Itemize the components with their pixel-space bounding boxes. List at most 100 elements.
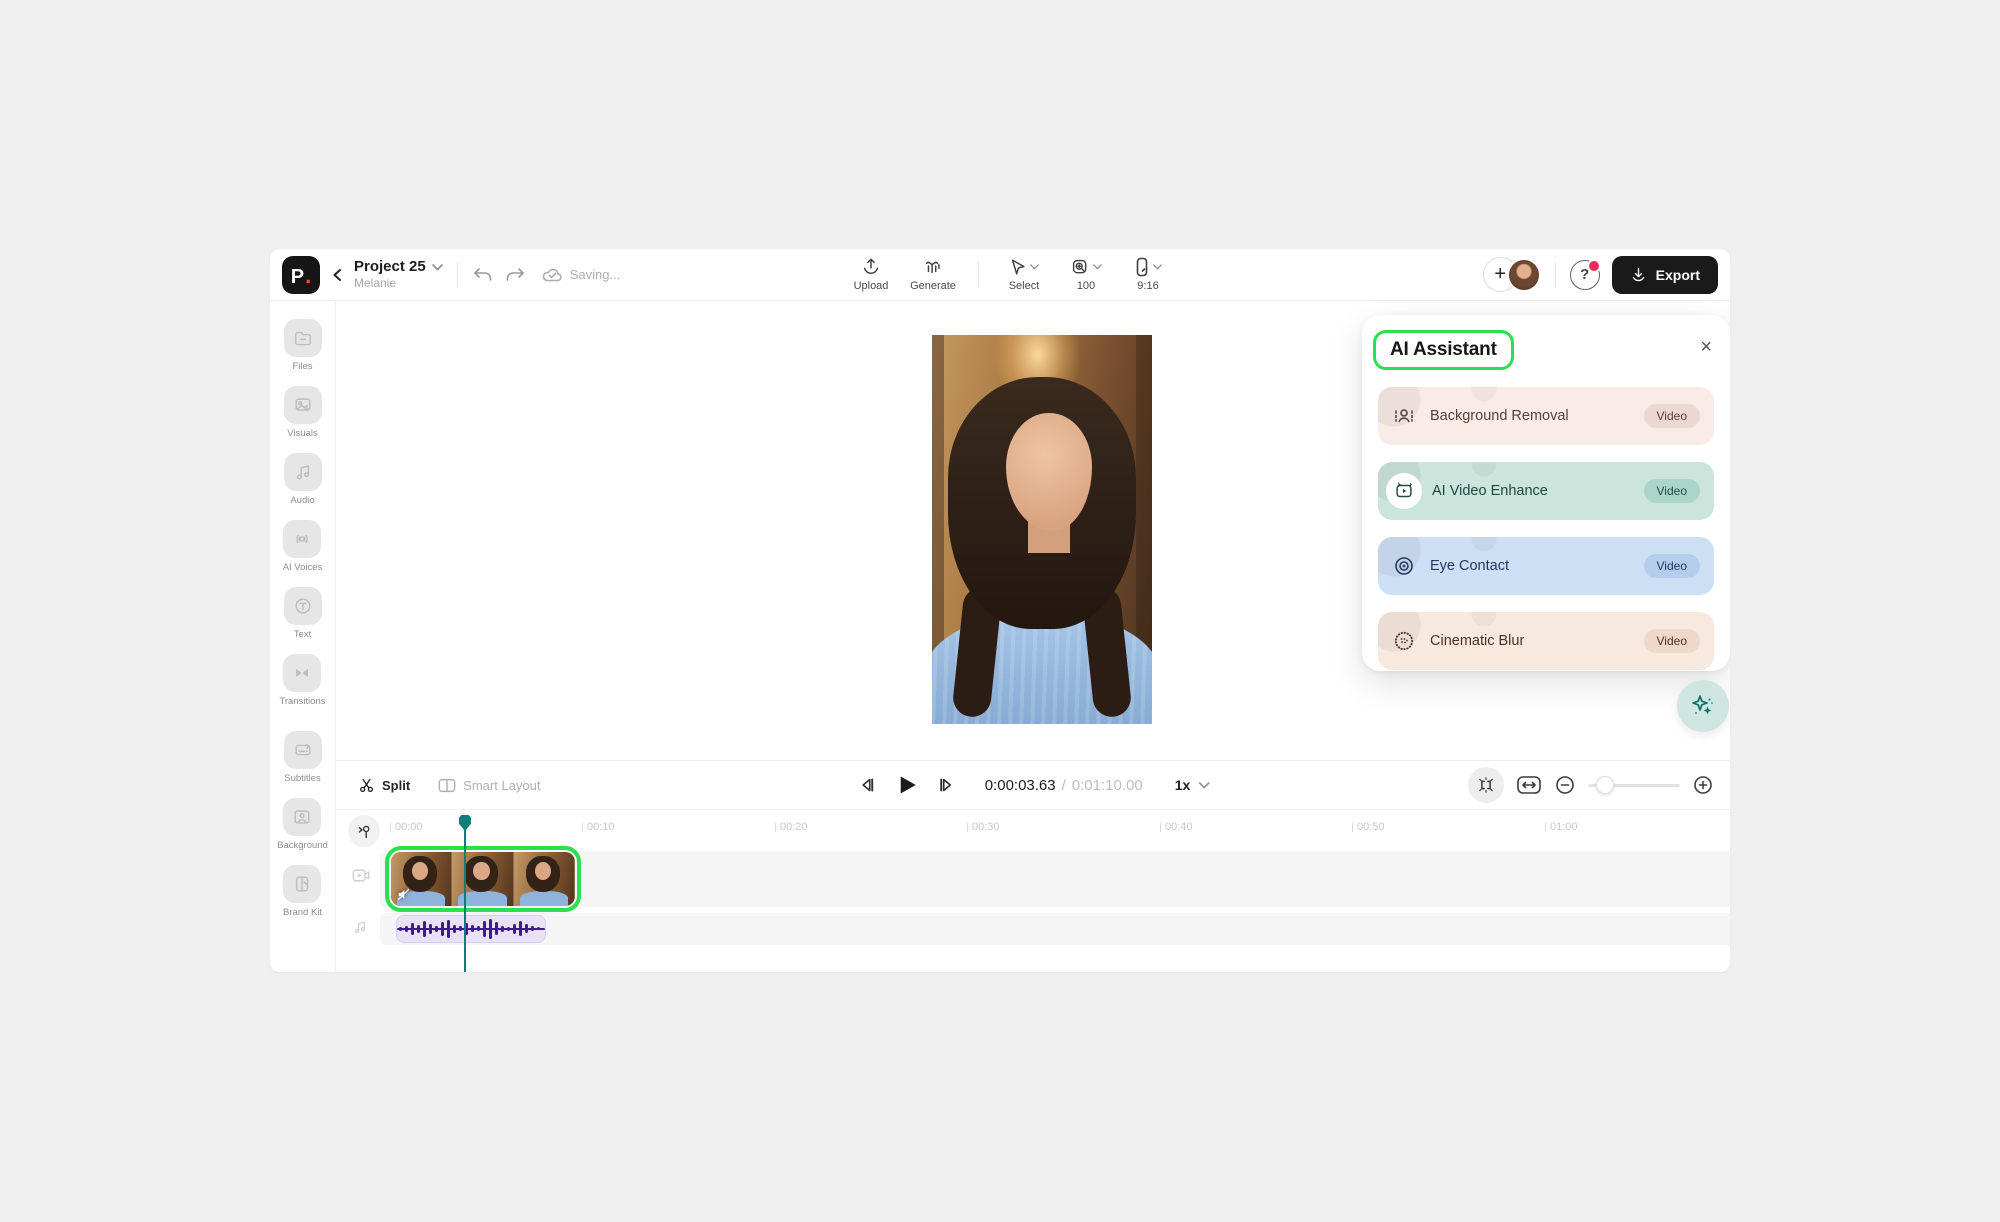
zoom-level-button[interactable]: 100 bbox=[1055, 257, 1117, 292]
video-track-icon bbox=[352, 868, 370, 883]
card-label: Eye Contact bbox=[1430, 558, 1509, 574]
fit-timeline-button[interactable] bbox=[1516, 774, 1542, 796]
sidebar-item-background[interactable]: Background bbox=[277, 798, 328, 851]
user-avatar[interactable] bbox=[1506, 257, 1541, 292]
export-button[interactable]: Export bbox=[1611, 255, 1718, 294]
select-tool-button[interactable]: Select bbox=[993, 257, 1055, 292]
generate-label: Generate bbox=[910, 280, 956, 292]
card-label: AI Video Enhance bbox=[1432, 483, 1548, 499]
ruler-tick: 00:50 bbox=[1352, 821, 1385, 833]
magnetic-timeline-button[interactable] bbox=[1468, 767, 1504, 803]
app-logo[interactable]: P. bbox=[282, 255, 320, 294]
logo-dot: . bbox=[305, 262, 312, 288]
divider bbox=[978, 261, 979, 288]
muted-audio-icon bbox=[397, 888, 410, 901]
magnetic-timeline-icon bbox=[1479, 777, 1493, 793]
sidebar-item-transitions[interactable]: Transitions bbox=[279, 654, 326, 707]
notification-dot bbox=[1586, 258, 1601, 273]
video-preview[interactable] bbox=[932, 335, 1152, 724]
split-button[interactable]: Split bbox=[358, 777, 410, 794]
divider bbox=[456, 261, 458, 288]
ruler-tick: 01:00 bbox=[1545, 821, 1578, 833]
close-button[interactable]: × bbox=[1700, 337, 1712, 357]
previous-frame-icon bbox=[862, 778, 874, 792]
chevron-down-icon bbox=[1030, 264, 1039, 270]
zoom-out-button[interactable] bbox=[1554, 774, 1576, 796]
play-button[interactable] bbox=[895, 773, 919, 797]
sidebar-label: Files bbox=[292, 361, 313, 372]
sidebar-label: Transitions bbox=[279, 696, 326, 707]
cinematic-blur-icon bbox=[1394, 631, 1414, 651]
back-button[interactable] bbox=[330, 267, 346, 283]
help-button[interactable]: ? bbox=[1569, 258, 1601, 290]
split-label: Split bbox=[382, 777, 411, 793]
timecode-display: 0:00:03.63 / 0:01:10.00 bbox=[985, 777, 1143, 794]
sidebar-item-visuals[interactable]: Visuals bbox=[283, 386, 322, 439]
edit-tools: Split Smart Layout bbox=[358, 761, 541, 809]
audio-track[interactable] bbox=[380, 913, 1730, 945]
card-cinematic-blur[interactable]: Cinematic Blur Video bbox=[1378, 612, 1714, 670]
undo-button[interactable] bbox=[472, 264, 494, 286]
clip-thumbnail bbox=[513, 852, 575, 906]
aspect-ratio-button[interactable]: 9:16 bbox=[1117, 257, 1179, 292]
ai-magic-button[interactable] bbox=[1677, 680, 1729, 732]
aspect-ratio-phone-icon bbox=[1136, 257, 1148, 277]
timeline-zoom-slider[interactable] bbox=[1588, 776, 1680, 794]
background-removal-icon bbox=[1395, 409, 1413, 423]
playback-speed-selector[interactable]: 1x bbox=[1175, 777, 1210, 793]
video-track[interactable] bbox=[380, 851, 1730, 907]
slider-knob[interactable] bbox=[1596, 776, 1614, 794]
sidebar-item-audio[interactable]: Audio bbox=[283, 453, 322, 506]
previous-frame-button[interactable] bbox=[857, 775, 877, 795]
project-title-group[interactable]: Project 25 Melanie bbox=[354, 258, 443, 290]
timeline-toggle-button[interactable] bbox=[348, 815, 380, 847]
subtitles-icon bbox=[294, 743, 311, 756]
next-frame-button[interactable] bbox=[937, 775, 957, 795]
generate-button[interactable]: Generate bbox=[902, 257, 964, 292]
sidebar-label: Visuals bbox=[287, 428, 318, 439]
smart-layout-button[interactable]: Smart Layout bbox=[438, 778, 541, 793]
download-icon bbox=[1632, 267, 1644, 282]
folder-icon bbox=[294, 331, 311, 346]
upload-label: Upload bbox=[853, 280, 889, 292]
zoom-in-button[interactable] bbox=[1692, 774, 1714, 796]
ruler-tick: 00:20 bbox=[775, 821, 808, 833]
redo-button[interactable] bbox=[504, 264, 526, 286]
card-background-removal[interactable]: Background Removal Video bbox=[1378, 387, 1714, 445]
panel-header: AI Assistant × bbox=[1362, 315, 1730, 387]
sidebar-item-brand-kit[interactable]: Brand Kit bbox=[283, 865, 322, 918]
sparkles-icon bbox=[1692, 695, 1713, 715]
magic-pointer-icon bbox=[358, 825, 369, 838]
sidebar-item-text[interactable]: Text bbox=[283, 587, 322, 640]
ruler-tick: 00:40 bbox=[1160, 821, 1193, 833]
card-ai-video-enhance[interactable]: AI Video Enhance Video bbox=[1378, 462, 1714, 520]
timeline-zoom-controls bbox=[1468, 761, 1714, 809]
timeline-ruler[interactable]: 00:00 00:10 00:20 00:30 00:40 00:50 01:0… bbox=[336, 813, 1730, 847]
voice-icon bbox=[296, 535, 309, 543]
panel-title-highlight: AI Assistant bbox=[1373, 330, 1514, 370]
video-clip-thumbnails bbox=[391, 852, 575, 906]
chevron-down-icon bbox=[431, 263, 443, 270]
music-note-icon bbox=[296, 465, 309, 480]
timeline-controls: Split Smart Layout 0:00:03.63 / 0:01:10.… bbox=[336, 761, 1730, 810]
sidebar-item-ai-voices[interactable]: AI Voices bbox=[282, 520, 323, 573]
card-badge: Video bbox=[1643, 554, 1700, 578]
sidebar-item-subtitles[interactable]: Subtitles bbox=[283, 731, 322, 784]
selected-video-clip[interactable] bbox=[385, 846, 581, 912]
sidebar-item-files[interactable]: Files bbox=[283, 319, 322, 372]
smart-layout-icon bbox=[438, 778, 456, 792]
sidebar-label: Subtitles bbox=[284, 773, 321, 784]
next-frame-icon bbox=[940, 778, 952, 792]
card-eye-contact[interactable]: Eye Contact Video bbox=[1378, 537, 1714, 595]
toolbar-right: + ? Export bbox=[1482, 249, 1718, 300]
sidebar-label: AI Voices bbox=[282, 562, 323, 573]
current-time: 0:00:03.63 bbox=[984, 776, 1056, 794]
eye-contact-icon bbox=[1395, 557, 1413, 575]
ai-video-enhance-icon bbox=[1396, 482, 1413, 498]
upload-button[interactable]: Upload bbox=[840, 257, 902, 292]
fit-to-width-icon bbox=[1517, 776, 1541, 794]
background-icon bbox=[294, 810, 311, 824]
minus-circle-icon bbox=[1556, 776, 1574, 794]
cloud-check-icon bbox=[542, 268, 562, 282]
playhead[interactable] bbox=[458, 815, 472, 972]
